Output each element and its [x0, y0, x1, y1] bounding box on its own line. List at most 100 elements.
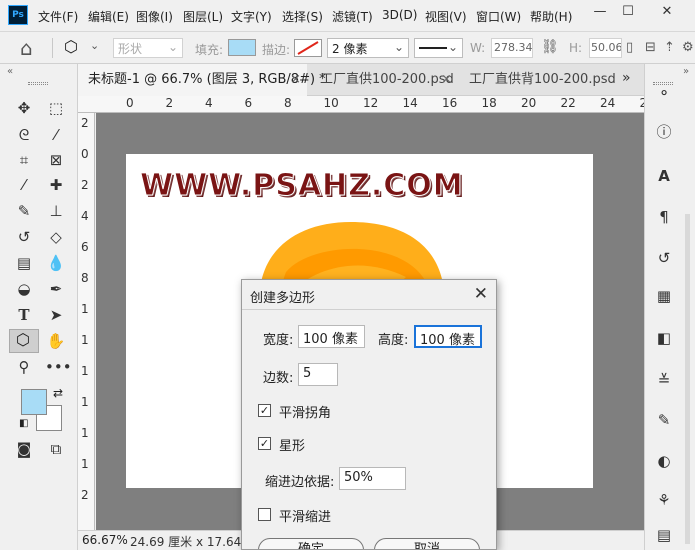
polygon-tool-selected[interactable]: ⬡: [9, 329, 39, 353]
hand-tool-icon[interactable]: ✋: [45, 330, 67, 352]
path-align-icon[interactable]: ⊟: [645, 40, 656, 55]
horizontal-ruler: 02468101214161820222426: [78, 96, 655, 113]
link-icon[interactable]: ⛓: [541, 39, 559, 55]
tab-factory-psd[interactable]: 工厂直供100-200.psd ×: [310, 64, 458, 96]
dodge-tool-icon[interactable]: ◒: [13, 278, 35, 300]
menu-filter[interactable]: 滤镜(T): [332, 8, 373, 25]
more-tabs-icon[interactable]: »: [622, 70, 631, 86]
properties-icon[interactable]: ⚬: [653, 82, 675, 104]
tab-untitled-1[interactable]: 未标题-1 @ 66.7% (图层 3, RGB/8#) * ×: [78, 64, 326, 96]
swatches-icon[interactable]: ▦: [653, 285, 675, 307]
more-tools-icon[interactable]: •••: [45, 356, 72, 378]
stroke-swatch[interactable]: [294, 39, 322, 57]
quick-mask-icon[interactable]: ◙: [13, 438, 35, 460]
swap-colors-icon[interactable]: ⇄: [53, 386, 63, 400]
ruler-tick-label: 0: [81, 147, 89, 161]
brush-tool-icon[interactable]: ✎: [13, 200, 35, 222]
ruler-tick-label: 0: [126, 96, 134, 110]
brushes-icon[interactable]: ✎: [653, 409, 675, 431]
width-label: 宽度:: [263, 333, 294, 348]
smooth-indent-checkbox[interactable]: [258, 508, 271, 521]
path-arrange-icon[interactable]: ⇡: [664, 40, 675, 55]
sides-input[interactable]: 5: [298, 363, 338, 386]
menu-type[interactable]: 文字(Y): [231, 8, 272, 25]
magic-wand-tool-icon[interactable]: ⁄: [45, 124, 67, 146]
maximize-button[interactable]: ☐: [617, 4, 639, 20]
shape-width-input[interactable]: 278.34: [491, 38, 533, 58]
fill-swatch[interactable]: [228, 39, 256, 56]
menu-3d[interactable]: 3D(D): [382, 8, 417, 22]
adjustments-icon[interactable]: ≚: [653, 369, 675, 391]
star-checkbox[interactable]: ✓: [258, 437, 271, 450]
character-icon[interactable]: A: [653, 165, 675, 187]
smooth-corners-checkbox[interactable]: ✓: [258, 404, 271, 417]
menu-file[interactable]: 文件(F): [38, 8, 78, 25]
stroke-width-select[interactable]: 2 像素 ⌄: [327, 38, 409, 58]
info-icon[interactable]: ⓘ: [653, 121, 675, 143]
collapse-icon[interactable]: »: [683, 66, 689, 77]
path-selection-tool-icon[interactable]: ➤: [45, 304, 67, 326]
ruler-tick-label: 14: [402, 96, 418, 110]
gradient-tool-icon[interactable]: ▤: [13, 252, 35, 274]
zoom-level[interactable]: 66.67%: [82, 533, 128, 547]
home-icon[interactable]: ⌂: [20, 36, 33, 60]
blur-tool-icon[interactable]: 💧: [45, 252, 67, 274]
color-icon[interactable]: ◐: [653, 450, 675, 472]
minimize-button[interactable]: —: [589, 4, 611, 20]
lasso-tool-icon[interactable]: ᘓ: [13, 124, 35, 146]
foreground-color-swatch[interactable]: [21, 389, 47, 415]
ok-button[interactable]: 确定: [258, 538, 364, 549]
tools-panel: « ✥ ⬚ ᘓ ⁄ ⌗ ⊠ ⁄ ✚ ✎ ⊥ ↺ ◇ ▤ 💧 ◒ ✒ T ➤ ⬡ …: [0, 64, 78, 550]
pen-tool-icon[interactable]: ✒: [45, 278, 67, 300]
shape-height-input[interactable]: 50.06: [589, 38, 622, 58]
type-tool-icon[interactable]: T: [13, 304, 35, 326]
tool-mode-select[interactable]: 形状 ⌄: [113, 38, 183, 58]
cancel-button[interactable]: 取消: [374, 538, 480, 549]
chevron-down-icon[interactable]: ⌄: [90, 39, 99, 52]
table-icon[interactable]: ▤: [653, 524, 675, 546]
stamp-tool-icon[interactable]: ⊥: [45, 200, 67, 222]
collapse-icon[interactable]: «: [7, 66, 13, 77]
smooth-indent-label: 平滑缩进: [279, 510, 332, 525]
stroke-width-value: 2 像素: [332, 42, 368, 56]
ruler-tick-label: 1: [81, 364, 89, 378]
eyedropper-tool-icon[interactable]: ⁄: [13, 174, 35, 196]
paragraph-icon[interactable]: ¶: [653, 206, 675, 228]
menu-image[interactable]: 图像(I): [136, 8, 173, 25]
path-ops-icon[interactable]: ▯: [626, 40, 633, 55]
settings-icon[interactable]: ⚙: [682, 40, 694, 55]
panel-grip[interactable]: [28, 82, 48, 85]
screen-mode-icon[interactable]: ⧉: [45, 438, 67, 460]
tab-close-icon[interactable]: ×: [441, 64, 452, 96]
eraser-tool-icon[interactable]: ◇: [45, 226, 67, 248]
menu-window[interactable]: 窗口(W): [476, 8, 521, 25]
move-tool-icon[interactable]: ✥: [13, 97, 35, 119]
dialog-close-icon[interactable]: ✕: [474, 284, 488, 304]
history-icon[interactable]: ↺: [653, 247, 675, 269]
ruler-tick-label: 6: [81, 240, 89, 254]
indent-input[interactable]: 50%: [339, 467, 406, 490]
frame-tool-icon[interactable]: ⊠: [45, 149, 67, 171]
width-input[interactable]: 100 像素: [298, 325, 365, 348]
tab-close-icon[interactable]: ×: [290, 64, 301, 96]
history-brush-tool-icon[interactable]: ↺: [13, 226, 35, 248]
menu-select[interactable]: 选择(S): [282, 8, 323, 25]
marquee-tool-icon[interactable]: ⬚: [45, 97, 67, 119]
tab-factory-back-psd[interactable]: 工厂直供背100-200.psd: [459, 64, 616, 96]
menu-edit[interactable]: 编辑(E): [88, 8, 129, 25]
menu-view[interactable]: 视图(V): [425, 8, 467, 25]
scrollbar[interactable]: [685, 214, 690, 544]
menu-layer[interactable]: 图层(L): [183, 8, 223, 25]
default-colors-icon[interactable]: ◧: [19, 418, 28, 429]
ruler-tick-label: 4: [81, 209, 89, 223]
polygon-tool-icon[interactable]: ⬡: [64, 37, 78, 56]
height-input[interactable]: 100 像素: [414, 325, 482, 348]
healing-brush-tool-icon[interactable]: ✚: [45, 174, 67, 196]
zoom-tool-icon[interactable]: ⚲: [13, 356, 35, 378]
channels-icon[interactable]: ⚘: [653, 489, 675, 511]
layers-icon[interactable]: ◧: [653, 327, 675, 349]
window-close-button[interactable]: ✕: [656, 4, 678, 20]
menu-help[interactable]: 帮助(H): [530, 8, 572, 25]
stroke-type-select[interactable]: ⌄: [414, 38, 463, 58]
crop-tool-icon[interactable]: ⌗: [13, 149, 35, 171]
